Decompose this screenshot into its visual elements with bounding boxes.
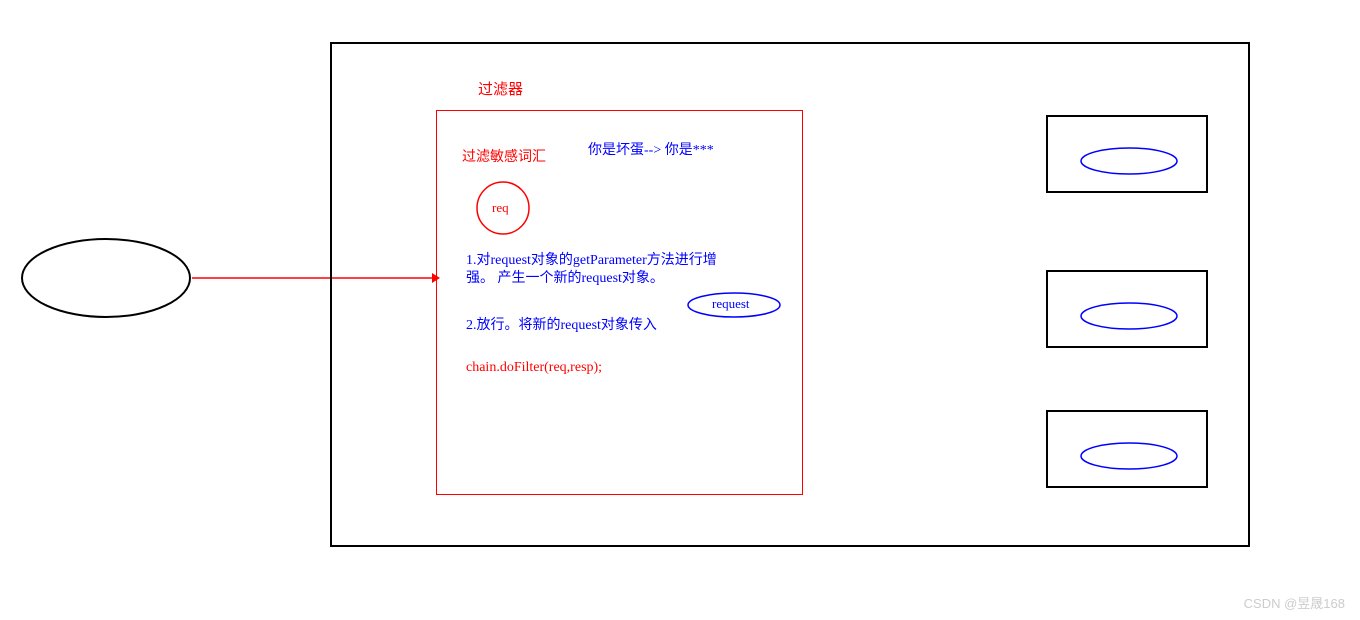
step2-text: 2.放行。将新的request对象传入 — [466, 317, 746, 335]
step1-text: 1.对request对象的getParameter方法进行增强。 产生一个新的r… — [466, 252, 726, 288]
client-ellipse — [20, 237, 192, 319]
servlet-box-3 — [1046, 410, 1208, 488]
example-text: 你是坏蛋--> 你是*** — [588, 142, 714, 160]
servlet-box-2 — [1046, 270, 1208, 348]
filter-title: 过滤器 — [478, 78, 523, 99]
servlet-box-1 — [1046, 115, 1208, 193]
request-ellipse-label: request — [712, 296, 750, 313]
filter-subtitle: 过滤敏感词汇 — [462, 146, 546, 166]
watermark: CSDN @昱晟168 — [1244, 593, 1345, 612]
code-call: chain.doFilter(req,resp); — [466, 360, 602, 376]
req-label: req — [492, 200, 509, 216]
